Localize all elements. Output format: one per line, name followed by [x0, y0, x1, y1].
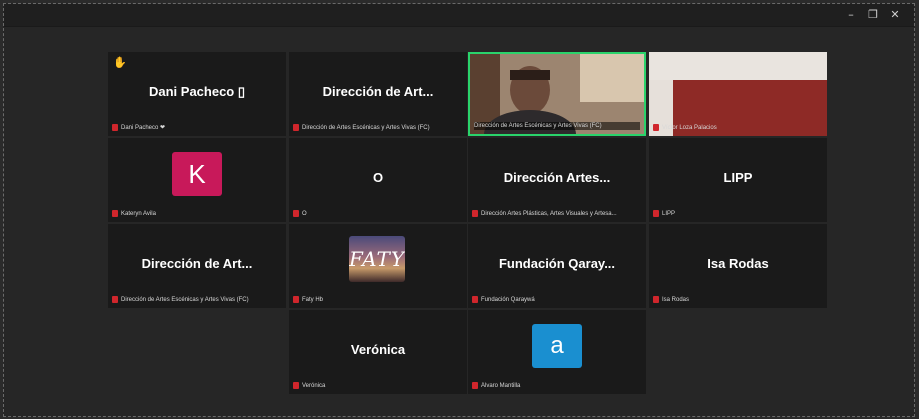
muted-mic-icon: [472, 295, 478, 303]
participant-caption: O: [293, 209, 463, 218]
participant-tile[interactable]: Dirección de Art... Dirección de Artes E…: [289, 52, 467, 136]
restore-icon[interactable]: ❐: [864, 7, 882, 23]
muted-mic-icon: [293, 123, 299, 131]
caption-text: Dirección de Artes Escénicas y Artes Viv…: [474, 123, 602, 129]
participant-name: Dirección de Art...: [322, 84, 434, 99]
participant-caption: Faty Hb: [293, 295, 463, 304]
muted-mic-icon: [112, 295, 118, 303]
participant-caption: Isa Rodas: [653, 295, 823, 304]
muted-mic-icon: [112, 123, 118, 131]
muted-mic-icon: [472, 209, 478, 217]
caption-text: LIPP: [662, 211, 676, 217]
close-icon[interactable]: ✕: [886, 7, 904, 23]
participant-caption: Víctor Loza Palacios: [653, 123, 823, 132]
participant-caption: Álvaro Mantilla: [472, 381, 642, 390]
participant-tile[interactable]: a Álvaro Mantilla: [468, 310, 646, 394]
participant-name: Dirección Artes...: [503, 170, 611, 185]
participant-name: Isa Rodas: [707, 256, 769, 271]
participant-tile[interactable]: ✋ Dani Pacheco ▯ Dani Pacheco ❤: [108, 52, 286, 136]
participant-caption: Verónica: [293, 381, 463, 390]
caption-text: Víctor Loza Palacios: [662, 125, 717, 131]
caption-text: Álvaro Mantilla: [481, 383, 521, 389]
caption-text: Verónica: [302, 383, 326, 389]
participant-caption: Dirección Artes Plásticas, Artes Visuale…: [472, 209, 642, 218]
participant-caption: Dirección de Artes Escénicas y Artes Viv…: [112, 295, 282, 304]
participant-tile-video[interactable]: Víctor Loza Palacios: [649, 52, 827, 136]
participant-tile[interactable]: Verónica Verónica: [289, 310, 467, 394]
muted-mic-icon: [653, 295, 659, 303]
participant-tile[interactable]: Dirección de Art... Dirección de Artes E…: [108, 224, 286, 308]
participant-tile[interactable]: FATY Faty Hb: [289, 224, 467, 308]
participant-tile[interactable]: LIPP LIPP: [649, 138, 827, 222]
muted-mic-icon: [653, 123, 659, 131]
participant-caption: Dirección de Artes Escénicas y Artes Viv…: [293, 123, 463, 132]
meeting-window: – ❐ ✕ ✋ Dani Pacheco ▯ Dani Pacheco ❤ Di…: [3, 3, 915, 417]
minimize-icon[interactable]: –: [842, 7, 860, 23]
caption-text: Dani Pacheco ❤: [121, 125, 166, 131]
raised-hand-icon: ✋: [113, 57, 127, 69]
muted-mic-icon: [293, 209, 299, 217]
participant-name: Dani Pacheco ▯: [148, 84, 246, 99]
muted-mic-icon: [293, 295, 299, 303]
participant-tile[interactable]: K Kateryn Avila: [108, 138, 286, 222]
participant-caption: Dirección de Artes Escénicas y Artes Viv…: [474, 122, 640, 130]
caption-text: Kateryn Avila: [121, 211, 156, 217]
caption-text: O: [302, 211, 307, 217]
participant-caption: Fundación Qaraywá: [472, 295, 642, 304]
participant-tile[interactable]: O O: [289, 138, 467, 222]
participant-caption: LIPP: [653, 209, 823, 218]
participant-tile[interactable]: Dirección Artes... Dirección Artes Plást…: [468, 138, 646, 222]
avatar: K: [172, 152, 222, 196]
participant-name: LIPP: [723, 170, 753, 185]
muted-mic-icon: [653, 209, 659, 217]
caption-text: Isa Rodas: [662, 297, 690, 303]
caption-text: Faty Hb: [302, 297, 324, 303]
muted-mic-icon: [293, 381, 299, 389]
participant-name: O: [372, 170, 384, 185]
participant-caption: Kateryn Avila: [112, 209, 282, 218]
muted-mic-icon: [472, 381, 478, 389]
participant-tile[interactable]: Fundación Qaray... Fundación Qaraywá: [468, 224, 646, 308]
participant-gallery: ✋ Dani Pacheco ▯ Dani Pacheco ❤ Direcció…: [108, 52, 830, 394]
caption-text: Fundación Qaraywá: [481, 297, 535, 303]
participant-caption: Dani Pacheco ❤: [112, 123, 282, 132]
avatar: FATY: [349, 236, 405, 282]
muted-mic-icon: [112, 209, 118, 217]
avatar: a: [532, 324, 582, 368]
participant-tile-video-active-speaker[interactable]: Dirección de Artes Escénicas y Artes Viv…: [468, 52, 646, 136]
title-bar: – ❐ ✕: [4, 4, 914, 27]
participant-name: Dirección de Art...: [141, 256, 253, 271]
participant-tile[interactable]: Isa Rodas Isa Rodas: [649, 224, 827, 308]
caption-text: Dirección de Artes Escénicas y Artes Viv…: [121, 297, 249, 303]
participant-name: Verónica: [350, 342, 406, 357]
caption-text: Dirección de Artes Escénicas y Artes Viv…: [302, 125, 430, 131]
caption-text: Dirección Artes Plásticas, Artes Visuale…: [481, 211, 617, 217]
participant-name: Fundación Qaray...: [498, 256, 616, 271]
